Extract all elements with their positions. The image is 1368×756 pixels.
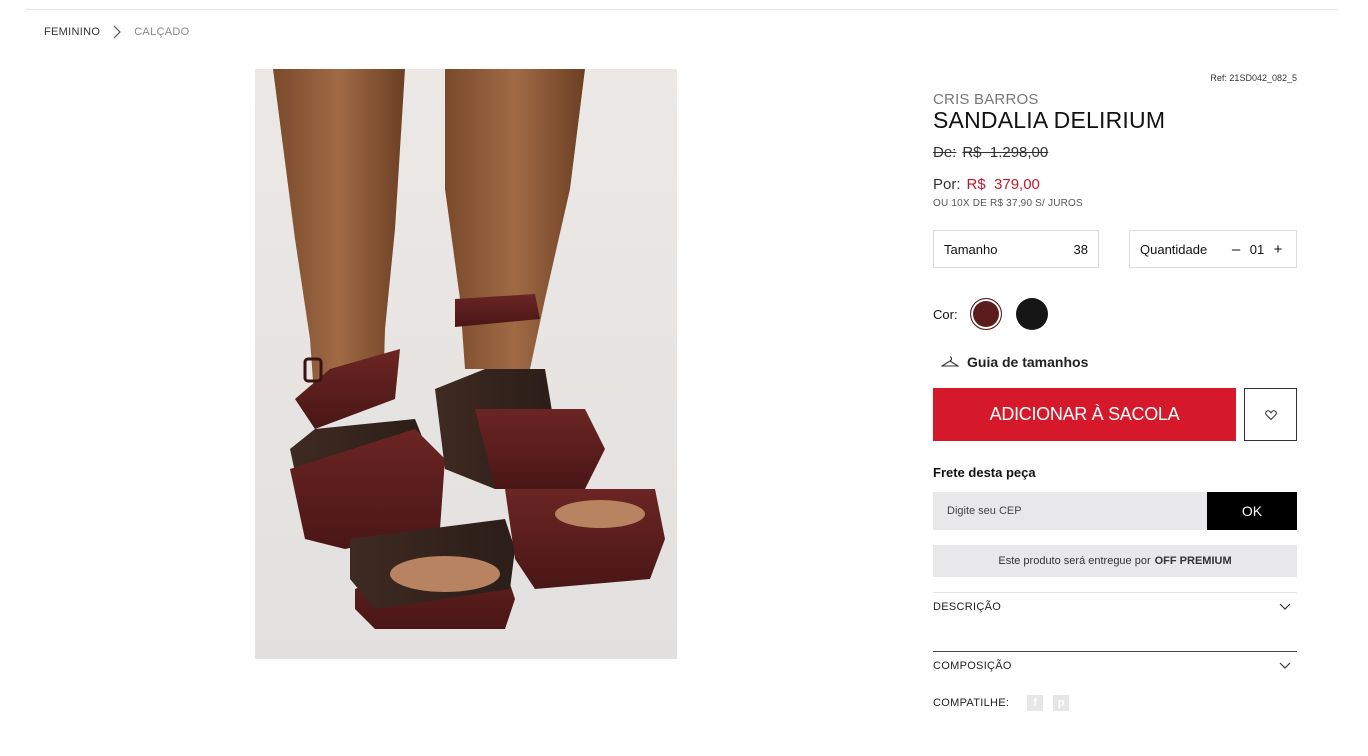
quantity-label: Quantidade — [1140, 241, 1208, 257]
accordion-divider — [933, 592, 1297, 593]
color-label: Cor: — [933, 306, 958, 322]
delivery-note-seller: OFF PREMIUM — [1154, 555, 1232, 567]
accordion-description[interactable]: DESCRIÇÃO — [933, 601, 1297, 613]
color-selector: Cor: — [933, 298, 1062, 330]
size-guide-label: Guia de tamanhos — [967, 354, 1089, 370]
accordion-description-label: DESCRIÇÃO — [933, 601, 1002, 613]
chevron-down-icon — [1279, 603, 1291, 610]
price-old-label: De: — [933, 144, 957, 161]
product-title: SANDALIA DELIRIUM — [933, 107, 1166, 133]
product-brand[interactable]: CRIS BARROS — [933, 91, 1039, 108]
accordion-divider — [933, 651, 1297, 652]
price-old: De: R$ 1.298,00 — [933, 144, 1054, 161]
price-current-value: R$ 379,00 — [966, 176, 1040, 193]
breadcrumb-calcado[interactable]: CALÇADO — [134, 26, 189, 38]
price-current-label: Por: — [933, 176, 961, 193]
color-swatch-black[interactable] — [1015, 298, 1048, 330]
chevron-right-icon — [113, 25, 122, 39]
shipping-title: Frete desta peça — [933, 465, 1036, 480]
hanger-icon — [941, 356, 959, 367]
installments-text: OU 10X DE R$ 37,90 S/ JUROS — [933, 198, 1083, 209]
heart-icon — [1264, 409, 1277, 420]
share-row: COMPATILHE: f p — [933, 695, 1070, 711]
size-value: 38 — [1073, 241, 1088, 257]
breadcrumb-feminino[interactable]: FEMININO — [44, 26, 100, 38]
quantity-stepper: Quantidade – 01 + — [1129, 230, 1297, 268]
sandal-photo — [255, 69, 677, 659]
quantity-increment-button[interactable]: + — [1270, 241, 1286, 258]
accordion-composition[interactable]: COMPOSIÇÃO — [933, 660, 1297, 672]
cep-ok-button[interactable]: OK — [1207, 492, 1297, 530]
product-ref: Ref: 21SD042_082_5 — [1210, 73, 1297, 83]
price-old-value: R$ 1.298,00 — [962, 144, 1049, 161]
chevron-down-icon — [1279, 662, 1291, 669]
wishlist-button[interactable] — [1244, 388, 1297, 441]
size-selector[interactable]: Tamanho 38 — [933, 230, 1099, 268]
share-label: COMPATILHE: — [933, 697, 1010, 709]
pinterest-icon[interactable]: p — [1053, 695, 1070, 711]
delivery-note: Este produto será entregue por OFF PREMI… — [933, 545, 1297, 577]
accordion-composition-label: COMPOSIÇÃO — [933, 660, 1012, 672]
quantity-decrement-button[interactable]: – — [1228, 241, 1244, 258]
breadcrumb: FEMININO CALÇADO — [44, 25, 189, 39]
price-current: Por: R$ 379,00 — [933, 176, 1040, 193]
product-image[interactable] — [255, 69, 677, 659]
size-label: Tamanho — [944, 241, 998, 257]
delivery-note-text: Este produto será entregue por — [998, 555, 1151, 567]
add-to-bag-button[interactable]: ADICIONAR À SACOLA — [933, 388, 1236, 441]
facebook-icon[interactable]: f — [1027, 695, 1044, 711]
color-swatch-brown[interactable] — [969, 298, 1002, 330]
quantity-value: 01 — [1249, 241, 1265, 257]
top-divider — [26, 9, 1338, 10]
size-guide-link[interactable]: Guia de tamanhos — [941, 354, 1088, 370]
cep-input[interactable] — [933, 492, 1207, 530]
